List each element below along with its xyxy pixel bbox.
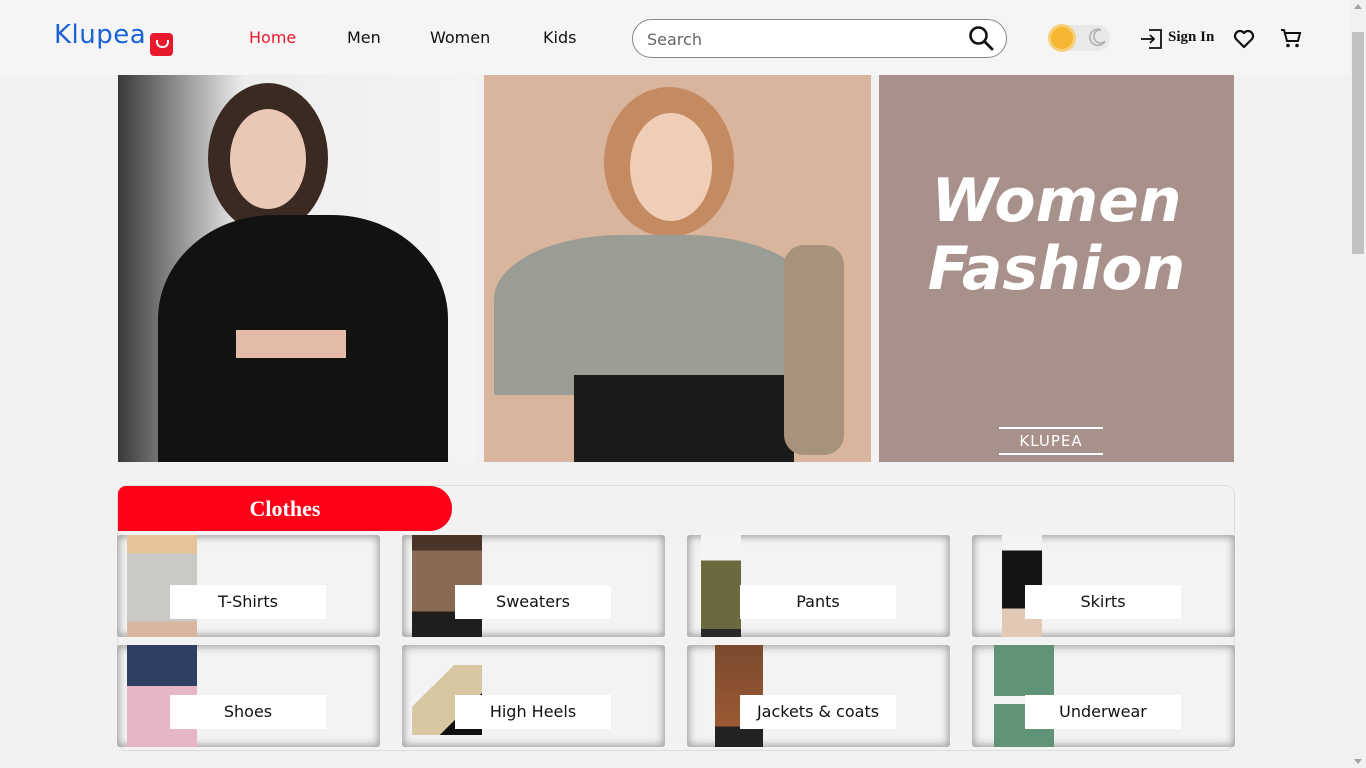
cart-icon[interactable] [1279, 26, 1303, 50]
banner-model-black-outfit[interactable] [118, 75, 476, 462]
banner-model-grey-tee[interactable] [484, 75, 871, 462]
sign-in-link[interactable]: Sign In [1168, 29, 1214, 46]
nav-women[interactable]: Women [430, 28, 490, 47]
model-tshirt [494, 235, 814, 395]
category-card-underwear[interactable]: Underwear [972, 645, 1235, 747]
shopping-bag-logo-icon[interactable] [150, 33, 173, 56]
search-icon[interactable] [968, 25, 994, 51]
search-input[interactable] [647, 28, 957, 50]
page-scrollbar[interactable] [1350, 0, 1366, 768]
nav-home[interactable]: Home [249, 28, 296, 47]
model-face [230, 109, 306, 209]
category-thumbnail [701, 535, 741, 637]
top-header: Klupea Home Men Women Kids Sign In [0, 0, 1350, 75]
category-label: Underwear [1025, 695, 1181, 729]
category-label: Pants [740, 585, 896, 619]
nav-men[interactable]: Men [347, 28, 381, 47]
banner-title-line1: Women [931, 166, 1182, 236]
banner-women-fashion[interactable]: Women Fashion KLUPEA [879, 75, 1234, 462]
sun-icon[interactable] [1051, 27, 1073, 49]
section-title: Clothes [118, 486, 452, 531]
category-label: Shoes [170, 695, 326, 729]
category-label: High Heels [455, 695, 611, 729]
model-coat [784, 245, 844, 455]
category-label: Sweaters [455, 585, 611, 619]
category-label: Jackets & coats [740, 695, 896, 729]
category-card-jackets-coats[interactable]: Jackets & coats [687, 645, 950, 747]
category-label: T-Shirts [170, 585, 326, 619]
banner-brand: KLUPEA [999, 427, 1103, 455]
category-card-skirts[interactable]: Skirts [972, 535, 1235, 637]
moon-icon[interactable] [1089, 28, 1107, 46]
category-card-sweaters[interactable]: Sweaters [402, 535, 665, 637]
scroll-up-arrow-icon[interactable] [1354, 4, 1362, 9]
sign-in-icon[interactable] [1139, 27, 1165, 51]
category-card-shoes[interactable]: Shoes [117, 645, 380, 747]
banner-title-line2: Fashion [927, 234, 1186, 304]
category-label: Skirts [1025, 585, 1181, 619]
model-pants [574, 375, 794, 462]
nav-kids[interactable]: Kids [543, 28, 576, 47]
heart-icon[interactable] [1232, 27, 1256, 51]
category-card-high-heels[interactable]: High Heels [402, 645, 665, 747]
model-midriff [236, 330, 346, 358]
category-card-tshirts[interactable]: T-Shirts [117, 535, 380, 637]
scroll-down-arrow-icon[interactable] [1354, 759, 1362, 764]
search-box [632, 19, 1007, 58]
logo[interactable]: Klupea [54, 20, 146, 50]
model-face [630, 113, 712, 221]
category-card-pants[interactable]: Pants [687, 535, 950, 637]
scroll-thumb[interactable] [1352, 32, 1364, 254]
